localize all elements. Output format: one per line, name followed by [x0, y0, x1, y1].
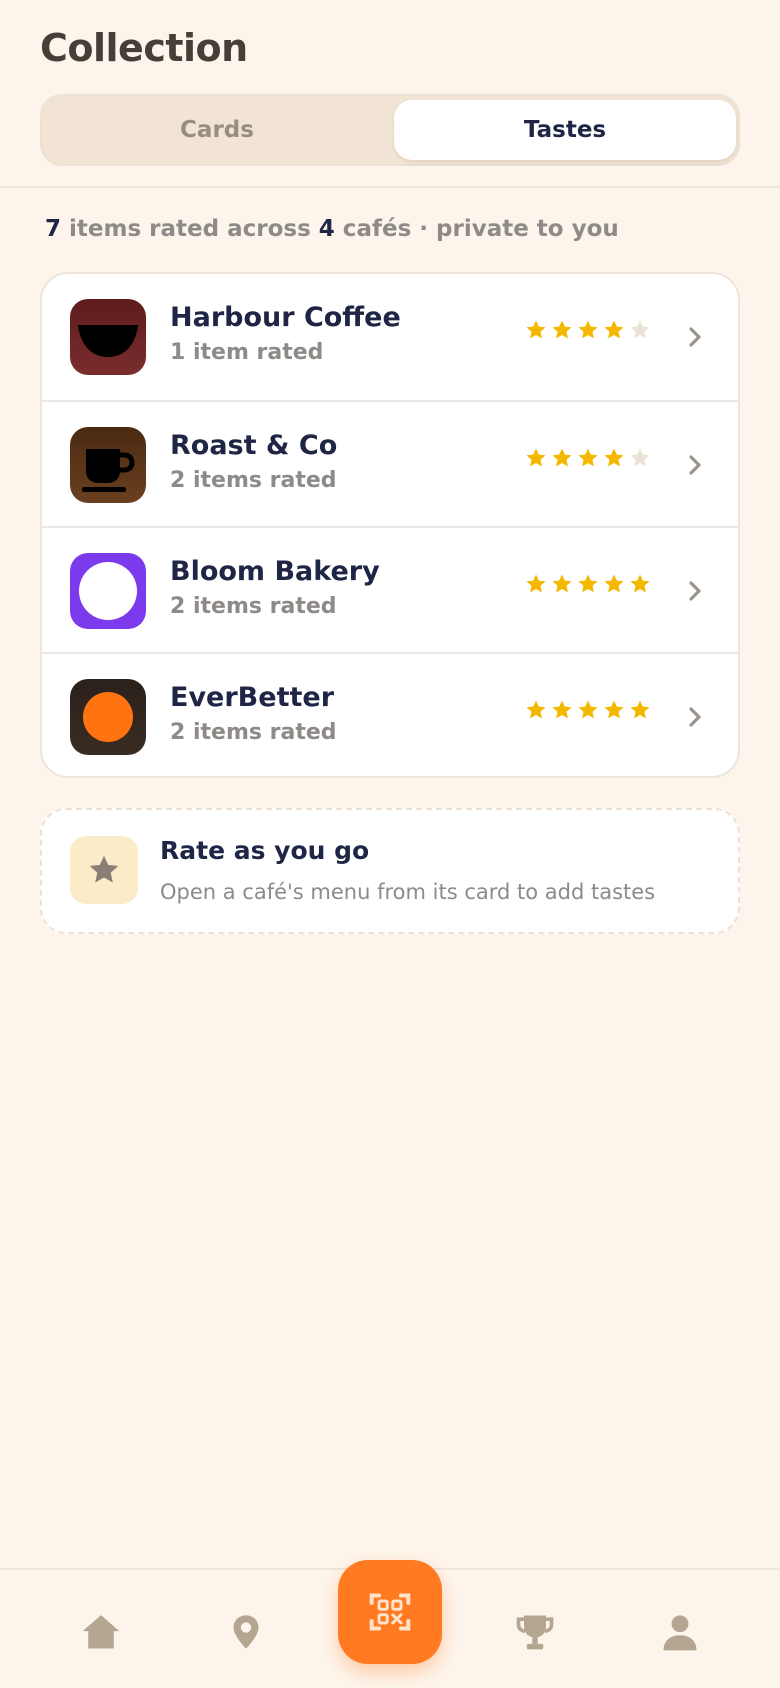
cafe-row-everbetter[interactable]: EverBetter 2 items rated	[42, 652, 738, 776]
qr-scan-button[interactable]	[338, 1560, 442, 1664]
profile-icon[interactable]	[652, 1604, 708, 1660]
rate-tip-card: Rate as you go Open a café's menu from i…	[40, 808, 740, 934]
star-filled-icon	[578, 320, 598, 339]
trophy-icon[interactable]	[507, 1604, 563, 1660]
summary-text: 7 items rated across 4 cafés · private t…	[45, 216, 619, 242]
location-pin-icon[interactable]	[218, 1604, 274, 1660]
cafes-count: 4	[318, 216, 335, 242]
star-filled-icon	[552, 700, 572, 719]
star-filled-icon	[552, 574, 572, 593]
tip-text: Open a café's menu from its card to add …	[160, 880, 656, 904]
cafe-row-bloom-bakery[interactable]: Bloom Bakery 2 items rated	[42, 526, 738, 652]
cafe-subtitle: 2 items rated	[170, 468, 337, 493]
star-filled-icon	[578, 574, 598, 593]
star-filled-icon	[552, 320, 572, 339]
star-filled-icon	[604, 448, 624, 467]
cafe-list: Harbour Coffee 1 item rated Roast & Co 2…	[40, 272, 740, 778]
items-count: 7	[45, 216, 62, 242]
chevron-right-icon	[689, 707, 701, 727]
rating-stars	[524, 698, 652, 728]
segmented-control: Cards Tastes	[40, 94, 740, 166]
star-filled-icon	[526, 448, 546, 467]
star-filled-icon	[578, 700, 598, 719]
chevron-right-icon	[689, 327, 701, 347]
chevron-right-icon	[689, 581, 701, 601]
star-filled-icon	[552, 448, 572, 467]
summary-end: cafés · private to you	[334, 216, 619, 242]
star-filled-icon	[526, 320, 546, 339]
orange-circle-icon	[70, 679, 146, 755]
tab-cards[interactable]: Cards	[46, 100, 388, 160]
star-filled-icon	[604, 320, 624, 339]
tip-title: Rate as you go	[160, 836, 370, 865]
rating-stars	[524, 572, 652, 602]
star-filled-icon	[604, 700, 624, 719]
cafe-subtitle: 2 items rated	[170, 720, 337, 745]
header: Collection Cards Tastes	[0, 0, 780, 188]
star-filled-icon	[578, 448, 598, 467]
cafe-subtitle: 2 items rated	[170, 594, 337, 619]
star-filled-icon	[630, 700, 650, 719]
cafe-row-roast-and-co[interactable]: Roast & Co 2 items rated	[42, 400, 738, 526]
coffee-cup-icon	[70, 427, 146, 503]
cafe-name: EverBetter	[170, 682, 335, 713]
rating-stars	[524, 446, 652, 476]
star-empty-icon	[630, 320, 650, 339]
chevron-right-icon	[689, 455, 701, 475]
cafe-row-harbour-coffee[interactable]: Harbour Coffee 1 item rated	[42, 274, 738, 400]
qr-scan-icon	[369, 1593, 411, 1631]
cafe-name: Bloom Bakery	[170, 556, 380, 587]
star-icon	[70, 836, 138, 904]
summary-mid: items rated across	[61, 216, 319, 242]
rating-stars	[524, 318, 652, 348]
cafe-subtitle: 1 item rated	[170, 340, 324, 365]
bowl-icon	[70, 299, 146, 375]
page-title: Collection	[40, 26, 248, 70]
star-filled-icon	[526, 574, 546, 593]
cafe-name: Harbour Coffee	[170, 302, 401, 333]
home-icon[interactable]	[73, 1604, 129, 1660]
white-circle-icon	[70, 553, 146, 629]
cafe-name: Roast & Co	[170, 430, 338, 461]
star-filled-icon	[630, 574, 650, 593]
tab-tastes[interactable]: Tastes	[394, 100, 736, 160]
star-empty-icon	[630, 448, 650, 467]
star-filled-icon	[526, 700, 546, 719]
star-filled-icon	[604, 574, 624, 593]
